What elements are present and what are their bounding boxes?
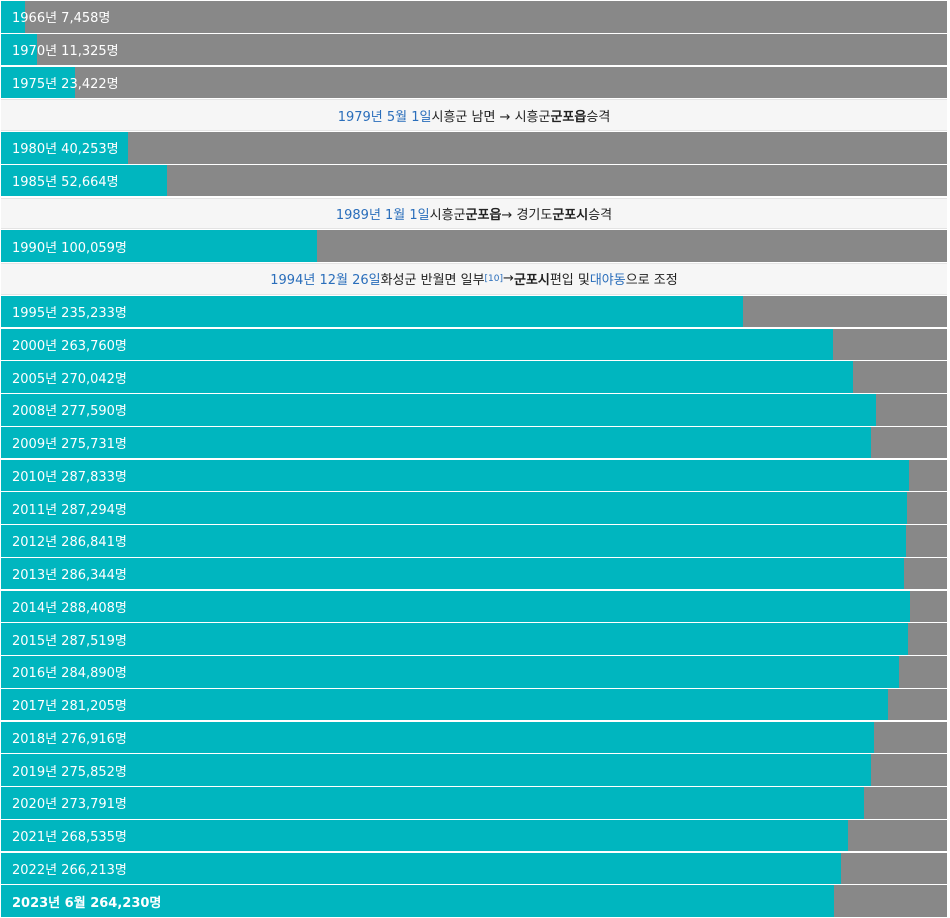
bar-fill: [1, 656, 900, 688]
event-text: 시흥군: [429, 207, 466, 223]
bar-fill: [1, 688, 888, 721]
bar-fill: [1, 721, 875, 754]
footnote-ref[interactable]: [10]: [485, 274, 503, 284]
bar-row: 2012년 286,841명: [1, 525, 947, 557]
bar-fill: [1, 852, 841, 885]
bar-label: 2008년 277,590명: [12, 404, 127, 420]
bar-row: 2017년 281,205명: [1, 688, 947, 721]
event-text: 화성군 반월면 일부: [380, 273, 485, 289]
bar-fill: [1, 525, 906, 557]
event-text: 군포읍: [465, 207, 502, 223]
bar-row: 2011년 287,294명: [1, 492, 947, 524]
bar-row: 2000년 263,760명: [1, 328, 947, 361]
bar-fill: [1, 754, 871, 786]
bar-row: 1975년 23,422명: [1, 66, 947, 99]
event-row: 1989년 1월 1일 시흥군 군포읍 → 경기도 군포시 승격: [1, 197, 947, 230]
bar-label: 2011년 287,294명: [12, 502, 127, 518]
bar-label: 2016년 284,890명: [12, 666, 127, 682]
bar-row: 2020년 273,791명: [1, 787, 947, 819]
bar-row: 2015년 287,519명: [1, 623, 947, 655]
bar-row: 2021년 268,535명: [1, 819, 947, 852]
bar-label: 2021년 268,535명: [12, 830, 127, 846]
bar-row: 1970년 11,325명: [1, 33, 947, 66]
event-text: 승격: [586, 109, 611, 125]
bar-row: 2014년 288,408명: [1, 590, 947, 623]
bar-label: 2005년 270,042명: [12, 371, 127, 387]
bar-row: 1995년 235,233명: [1, 295, 947, 328]
event-text: → 경기도: [501, 207, 553, 223]
bar-row: 2008년 277,590명: [1, 394, 947, 426]
bar-label: 1980년 40,253명: [12, 142, 119, 158]
event-date-link[interactable]: 1989년 1월 1일: [336, 204, 430, 223]
bar-fill: [1, 623, 908, 655]
bar-row: 2005년 270,042명: [1, 361, 947, 393]
bar-fill: [1, 787, 865, 819]
bar-label: 1970년 11,325명: [12, 44, 119, 60]
event-text: 으로 조정: [625, 273, 678, 289]
bar-label: 2015년 287,519명: [12, 633, 127, 649]
bar-label: 2012년 286,841명: [12, 535, 127, 551]
bar-label: 2013년 286,344명: [12, 568, 127, 584]
bar-row: 1966년 7,458명: [1, 1, 947, 33]
event-row: 1979년 5월 1일 시흥군 남면 → 시흥군 군포읍 승격: [1, 99, 947, 131]
bar-row: 2019년 275,852명: [1, 754, 947, 786]
bar-row: 2009년 275,731명: [1, 426, 947, 459]
bar-label: 2020년 273,791명: [12, 797, 127, 813]
bar-label: 2017년 281,205명: [12, 699, 127, 715]
event-date-link[interactable]: 1979년 5월 1일: [338, 106, 432, 125]
event-row: 1994년 12월 26일 화성군 반월면 일부 [10] → 군포시 편입 및 …: [1, 263, 947, 295]
event-text: 시흥군 남면 → 시흥군: [431, 109, 551, 125]
bar-fill: [1, 819, 848, 852]
bar-fill: [1, 492, 907, 524]
bar-fill: [1, 426, 871, 459]
bar-label: 1966년 7,458명: [12, 11, 111, 27]
bar-label: 2010년 287,833명: [12, 469, 127, 485]
bar-row: 2023년 6월 264,230명: [1, 885, 947, 917]
population-chart: 1966년 7,458명 1970년 11,325명 1975년 23,422명 19…: [0, 0, 950, 918]
event-text: 군포시: [552, 207, 589, 223]
bar-row: 2010년 287,833명: [1, 459, 947, 492]
bar-row: 2018년 276,916명: [1, 721, 947, 754]
event-text: 편입 및: [549, 273, 590, 289]
bar-row: 1985년 52,664명: [1, 164, 947, 197]
bar-label: 2019년 275,852명: [12, 764, 127, 780]
bar-label: 1985년 52,664명: [12, 175, 119, 191]
bar-label: 2014년 288,408명: [12, 600, 127, 616]
bar-row: 2022년 266,213명: [1, 852, 947, 885]
bar-row: 2013년 286,344명: [1, 557, 947, 590]
event-text: 군포읍: [550, 109, 587, 125]
bar-fill: [1, 557, 904, 590]
bar-label: 1995년 235,233명: [12, 306, 127, 322]
bar-label: 1975년 23,422명: [12, 76, 119, 92]
bar-label: 2018년 276,916명: [12, 731, 127, 747]
bar-label: 1990년 100,059명: [12, 240, 127, 256]
event-date-link[interactable]: 1994년 12월 26일: [270, 269, 380, 288]
bar-row: 1980년 40,253명: [1, 132, 947, 164]
bar-row: 1990년 100,059명: [1, 230, 947, 262]
event-text: 승격: [588, 207, 613, 223]
event-text: 군포시: [513, 273, 550, 289]
bar-row: 2016년 284,890명: [1, 656, 947, 688]
bar-fill: [1, 459, 909, 492]
bar-label: 2023년 6월 264,230명: [12, 895, 162, 911]
bar-fill: [1, 361, 853, 393]
bar-label: 2009년 275,731명: [12, 437, 127, 453]
bar-fill: [1, 394, 877, 426]
bar-fill: [1, 590, 911, 623]
event-text: →: [503, 271, 514, 287]
bar-label: 2022년 266,213명: [12, 862, 127, 878]
event-link[interactable]: 대야동: [590, 269, 626, 288]
bar-label: 2000년 263,760명: [12, 338, 127, 354]
